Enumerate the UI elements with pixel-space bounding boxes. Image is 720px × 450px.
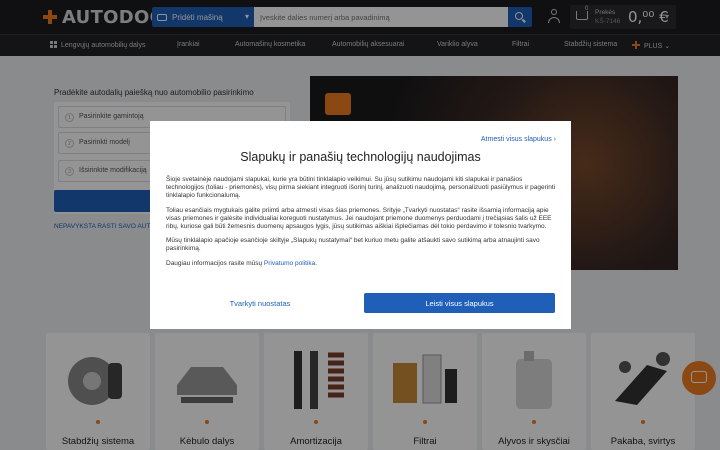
cookie-consent-dialog: Atmesti visus slapukus › Slapukų ir pana… <box>150 121 571 329</box>
cookie-paragraph: Mūsų tinklalapio apačioje esančioje skil… <box>166 237 540 253</box>
privacy-policy-link[interactable]: Privatumo politika <box>264 260 315 267</box>
cookie-paragraph: Toliau esančiais mygtukais galite priimt… <box>166 206 552 231</box>
accept-all-cookies-button[interactable]: Leisti visus slapukus <box>364 293 555 313</box>
chevron-right-icon: › <box>553 136 556 143</box>
reject-all-cookies-link[interactable]: Atmesti visus slapukus › <box>481 136 556 143</box>
manage-preferences-button[interactable]: Tvarkyti nuostatas <box>165 293 355 313</box>
cookie-paragraph: Šioje svetainėje naudojami slapukai, kur… <box>166 176 556 200</box>
cookie-paragraph: Daugiau informacijos rasite mūsų Privatu… <box>166 259 318 267</box>
cookie-dialog-title: Slapukų ir panašių technologijų naudojim… <box>240 150 481 164</box>
cookie-dialog-text: Šioje svetainėje naudojami slapukai, kur… <box>166 176 558 274</box>
